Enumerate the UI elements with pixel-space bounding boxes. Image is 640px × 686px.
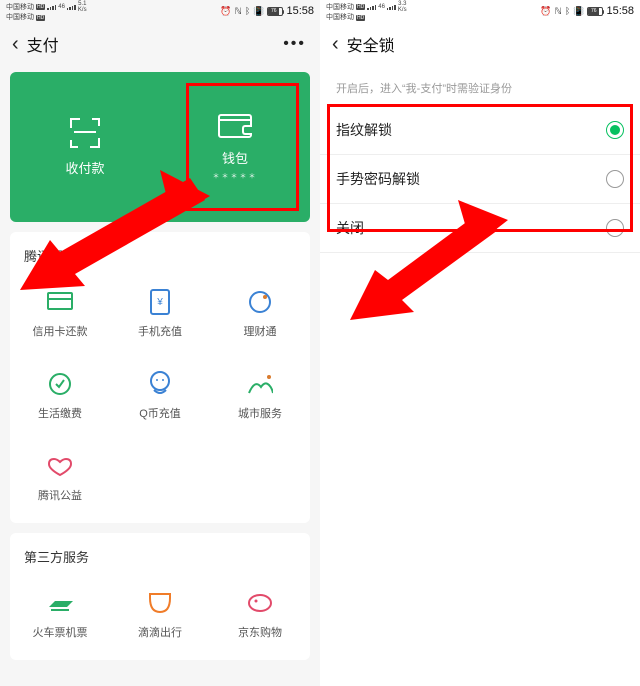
train-icon [47,590,73,616]
option-list: 指纹解锁 手势密码解锁 关闭 [320,106,640,253]
nav-bar: ‹ 支付 ••• [0,22,320,66]
nfc-icon: ℕ [555,6,562,17]
nav-bar: ‹ 安全锁 [320,22,640,66]
wallet-button[interactable]: 钱包 ＊＊＊＊＊ [160,72,310,222]
vibrate-icon: 📳 [573,6,584,17]
nfc-icon: ℕ [235,6,242,17]
mobile-topup-icon: ¥ [147,289,173,315]
battery-icon: 76 [587,7,603,16]
battery-icon: 76 [267,7,283,16]
back-icon[interactable]: ‹ [12,33,19,56]
hint-text: 开启后，进入“我-支付”时需验证身份 [320,66,640,106]
back-icon[interactable]: ‹ [332,33,339,56]
jd-icon [247,590,273,616]
option-pattern[interactable]: 手势密码解锁 [320,155,640,204]
service-didi[interactable]: 滴滴出行 [110,574,210,656]
utility-icon [47,371,73,397]
bluetooth-icon: ᛒ [245,6,250,16]
section-title: 第三方服务 [10,533,310,574]
credit-card-icon [47,289,73,315]
status-bar: 中国移动 HD 46 3.3K/s 中国移动 HD ⏰ ℕ ᛒ 📳 76 15:… [320,0,640,22]
scan-icon [70,118,100,148]
bluetooth-icon: ᛒ [565,6,570,16]
service-licaitong[interactable]: 理财通 [210,273,310,355]
didi-icon [147,590,173,616]
city-icon [247,371,273,397]
service-credit-card[interactable]: 信用卡还款 [10,273,110,355]
service-qcoin[interactable]: Q币充值 [110,355,210,437]
licaitong-icon [247,289,273,315]
tencent-services: 腾讯服务 信用卡还款 ¥ 手机充值 理财通 生活缴费 Q币充值 [10,232,310,523]
svg-text:¥: ¥ [156,297,163,308]
option-label: 手势密码解锁 [336,169,420,189]
screen-security-lock: 中国移动 HD 46 3.3K/s 中国移动 HD ⏰ ℕ ᛒ 📳 76 15:… [320,0,640,686]
page-title: 安全锁 [347,32,395,56]
wallet-label: 钱包 [222,148,248,167]
radio-icon [606,170,624,188]
status-bar: 中国移动 HD 46 5.1K/s 中国移动 HD ⏰ ℕ ᛒ 📳 76 15:… [0,0,320,22]
option-label: 指纹解锁 [336,120,392,140]
alarm-icon: ⏰ [220,6,231,17]
vibrate-icon: 📳 [253,6,264,17]
service-utility[interactable]: 生活缴费 [10,355,110,437]
radio-icon [606,219,624,237]
option-fingerprint[interactable]: 指纹解锁 [320,106,640,155]
section-title: 腾讯服务 [10,232,310,273]
clock: 15:58 [286,5,314,17]
page-title: 支付 [27,32,59,56]
option-label: 关闭 [336,218,364,238]
charity-icon [47,453,73,479]
service-train-flight[interactable]: 火车票机票 [10,574,110,656]
pay-collect-button[interactable]: 收付款 [10,72,160,222]
clock: 15:58 [606,5,634,17]
green-panel: 收付款 钱包 ＊＊＊＊＊ [10,72,310,222]
wallet-icon [218,114,252,138]
more-icon[interactable]: ••• [283,35,306,53]
service-charity[interactable]: 腾讯公益 [10,437,110,519]
third-party-services: 第三方服务 火车票机票 滴滴出行 京东购物 [10,533,310,660]
pay-collect-label: 收付款 [65,158,104,177]
screen-pay: 中国移动 HD 46 5.1K/s 中国移动 HD ⏰ ℕ ᛒ 📳 76 15:… [0,0,320,686]
alarm-icon: ⏰ [540,6,551,17]
wallet-balance-hidden: ＊＊＊＊＊ [213,171,258,181]
service-jd[interactable]: 京东购物 [210,574,310,656]
qcoin-icon [147,371,173,397]
service-city[interactable]: 城市服务 [210,355,310,437]
service-mobile-topup[interactable]: ¥ 手机充值 [110,273,210,355]
radio-icon [606,121,624,139]
option-off[interactable]: 关闭 [320,204,640,253]
